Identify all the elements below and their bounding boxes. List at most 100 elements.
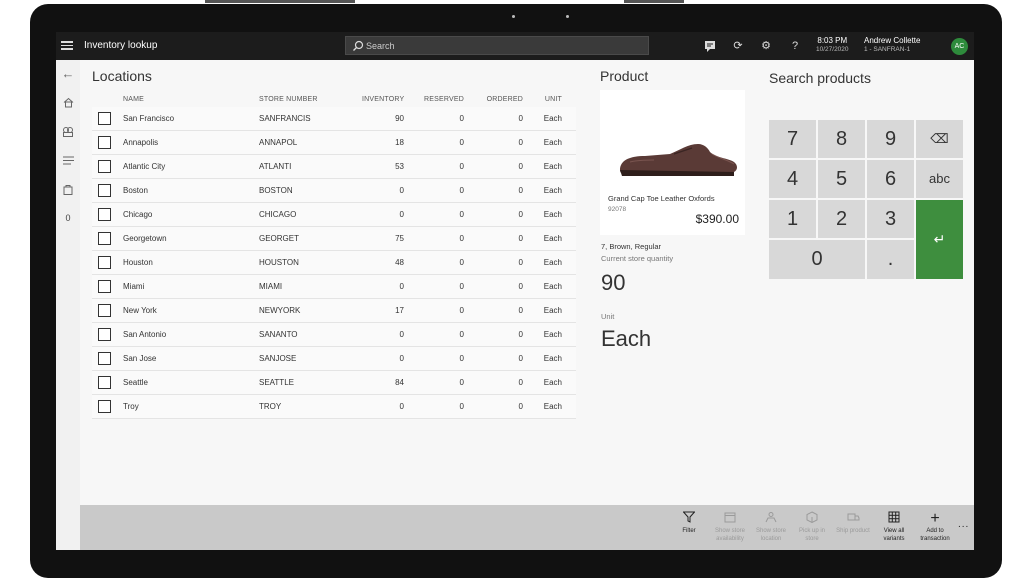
location-name: Chicago xyxy=(123,210,153,219)
col-reserved[interactable]: RESERVED xyxy=(419,92,464,107)
ship-product-button[interactable]: Ship product xyxy=(833,511,873,535)
shoe-icon xyxy=(620,144,737,176)
table-row[interactable]: Annapolis ANNAPOL 18 0 0 Each xyxy=(92,131,576,155)
row-checkbox[interactable] xyxy=(98,376,111,389)
hamburger-icon[interactable] xyxy=(61,39,73,53)
key-1[interactable]: 1 xyxy=(769,200,816,238)
cart-count-badge[interactable]: 0 xyxy=(60,210,76,226)
product-card[interactable]: Grand Cap Toe Leather Oxfords 92078 $390… xyxy=(600,90,745,235)
row-checkbox[interactable] xyxy=(98,208,111,221)
app-title: Inventory lookup xyxy=(84,40,158,51)
ship-icon xyxy=(833,511,873,527)
calendar-icon xyxy=(710,511,750,527)
row-checkbox[interactable] xyxy=(98,400,111,413)
table-row[interactable]: Chicago CHICAGO 0 0 0 Each xyxy=(92,203,576,227)
col-store-number[interactable]: STORE NUMBER xyxy=(259,92,318,107)
store-number: SEATTLE xyxy=(259,378,294,387)
col-inventory[interactable]: INVENTORY xyxy=(362,92,404,107)
list-icon[interactable] xyxy=(60,152,76,168)
row-checkbox[interactable] xyxy=(98,352,111,365)
ordered-value: 0 xyxy=(518,234,523,243)
show-store-availability-button[interactable]: Show store availability xyxy=(710,511,750,543)
filter-label: Filter xyxy=(682,528,696,534)
key-9[interactable]: 9 xyxy=(867,120,914,158)
table-row[interactable]: Seattle SEATTLE 84 0 0 Each xyxy=(92,371,576,395)
location-name: San Francisco xyxy=(123,114,175,123)
table-row[interactable]: Houston HOUSTON 48 0 0 Each xyxy=(92,251,576,275)
camera-dot xyxy=(512,15,515,18)
row-checkbox[interactable] xyxy=(98,232,111,245)
inventory-value: 18 xyxy=(395,138,404,147)
reserved-value: 0 xyxy=(459,186,464,195)
key-7[interactable]: 7 xyxy=(769,120,816,158)
back-arrow-icon[interactable]: ← xyxy=(60,66,76,82)
row-checkbox[interactable] xyxy=(98,280,111,293)
user-info[interactable]: Andrew Collette 1 - SANFRAN-1 xyxy=(864,36,920,54)
plus-icon: + xyxy=(930,510,940,527)
search-box[interactable] xyxy=(345,36,649,55)
sensor-dot xyxy=(566,15,569,18)
row-checkbox[interactable] xyxy=(98,160,111,173)
row-checkbox[interactable] xyxy=(98,136,111,149)
location-name: Boston xyxy=(123,186,148,195)
help-icon[interactable]: ? xyxy=(788,38,802,54)
more-options-icon[interactable]: ... xyxy=(958,519,969,530)
date-text: 10/27/2020 xyxy=(816,46,849,53)
unit-cell: Each xyxy=(543,258,562,267)
row-checkbox[interactable] xyxy=(98,112,111,125)
avatar[interactable]: AC xyxy=(951,38,968,55)
abc-key[interactable]: abc xyxy=(916,160,963,198)
store-number: BOSTON xyxy=(259,186,293,195)
enter-key[interactable]: ↵ xyxy=(916,200,963,279)
add-to-transaction-button[interactable]: + Add to transaction xyxy=(915,511,955,543)
inventory-value: 0 xyxy=(399,402,404,411)
refresh-icon[interactable]: ⟳ xyxy=(731,38,745,54)
table-row[interactable]: Boston BOSTON 0 0 0 Each xyxy=(92,179,576,203)
ordered-value: 0 xyxy=(518,378,523,387)
bag-icon[interactable] xyxy=(60,181,76,197)
key-8[interactable]: 8 xyxy=(818,120,865,158)
location-name: San Antonio xyxy=(123,330,167,339)
ordered-value: 0 xyxy=(518,282,523,291)
chat-icon[interactable] xyxy=(703,38,717,54)
products-icon[interactable] xyxy=(60,123,76,139)
backspace-key[interactable]: ⌫ xyxy=(916,120,963,158)
show-store-location-button[interactable]: Show store location xyxy=(751,511,791,543)
key-5[interactable]: 5 xyxy=(818,160,865,198)
reserved-value: 0 xyxy=(459,210,464,219)
key-4[interactable]: 4 xyxy=(769,160,816,198)
table-row[interactable]: New York NEWYORK 17 0 0 Each xyxy=(92,299,576,323)
store-number: HOUSTON xyxy=(259,258,299,267)
show-store-availability-label: Show store availability xyxy=(714,528,745,542)
pick-up-in-store-label: Pick up in store xyxy=(798,528,825,542)
pick-up-in-store-button[interactable]: Pick up in store xyxy=(792,511,832,543)
home-icon[interactable] xyxy=(60,94,76,110)
key-6[interactable]: 6 xyxy=(867,160,914,198)
decimal-key[interactable]: . xyxy=(867,240,914,279)
table-row[interactable]: San Francisco SANFRANCIS 90 0 0 Each xyxy=(92,107,576,131)
search-input[interactable] xyxy=(366,39,626,53)
key-0[interactable]: 0 xyxy=(769,240,865,279)
col-ordered[interactable]: ORDERED xyxy=(482,92,523,107)
table-row[interactable]: Georgetown GEORGET 75 0 0 Each xyxy=(92,227,576,251)
add-to-transaction-label: Add to transaction xyxy=(920,528,950,542)
table-row[interactable]: Miami MIAMI 0 0 0 Each xyxy=(92,275,576,299)
table-row[interactable]: Atlantic City ATLANTI 53 0 0 Each xyxy=(92,155,576,179)
row-checkbox[interactable] xyxy=(98,304,111,317)
view-all-variants-button[interactable]: View all variants xyxy=(874,511,914,543)
table-row[interactable]: Troy TROY 0 0 0 Each xyxy=(92,395,576,419)
key-3[interactable]: 3 xyxy=(867,200,914,238)
settings-icon[interactable]: ⚙ xyxy=(759,38,773,54)
locations-table: NAME STORE NUMBER INVENTORY RESERVED ORD… xyxy=(92,92,576,419)
row-checkbox[interactable] xyxy=(98,256,111,269)
key-2[interactable]: 2 xyxy=(818,200,865,238)
table-row[interactable]: San Jose SANJOSE 0 0 0 Each xyxy=(92,347,576,371)
filter-button[interactable]: Filter xyxy=(669,511,709,535)
col-name[interactable]: NAME xyxy=(123,92,144,107)
row-checkbox[interactable] xyxy=(98,328,111,341)
row-checkbox[interactable] xyxy=(98,184,111,197)
col-unit[interactable]: UNIT xyxy=(540,92,562,107)
top-bar: Inventory lookup ⟳ ⚙ ? 8:03 PM 10/27/202… xyxy=(56,32,974,60)
reserved-value: 0 xyxy=(459,258,464,267)
table-row[interactable]: San Antonio SANANTO 0 0 0 Each xyxy=(92,323,576,347)
